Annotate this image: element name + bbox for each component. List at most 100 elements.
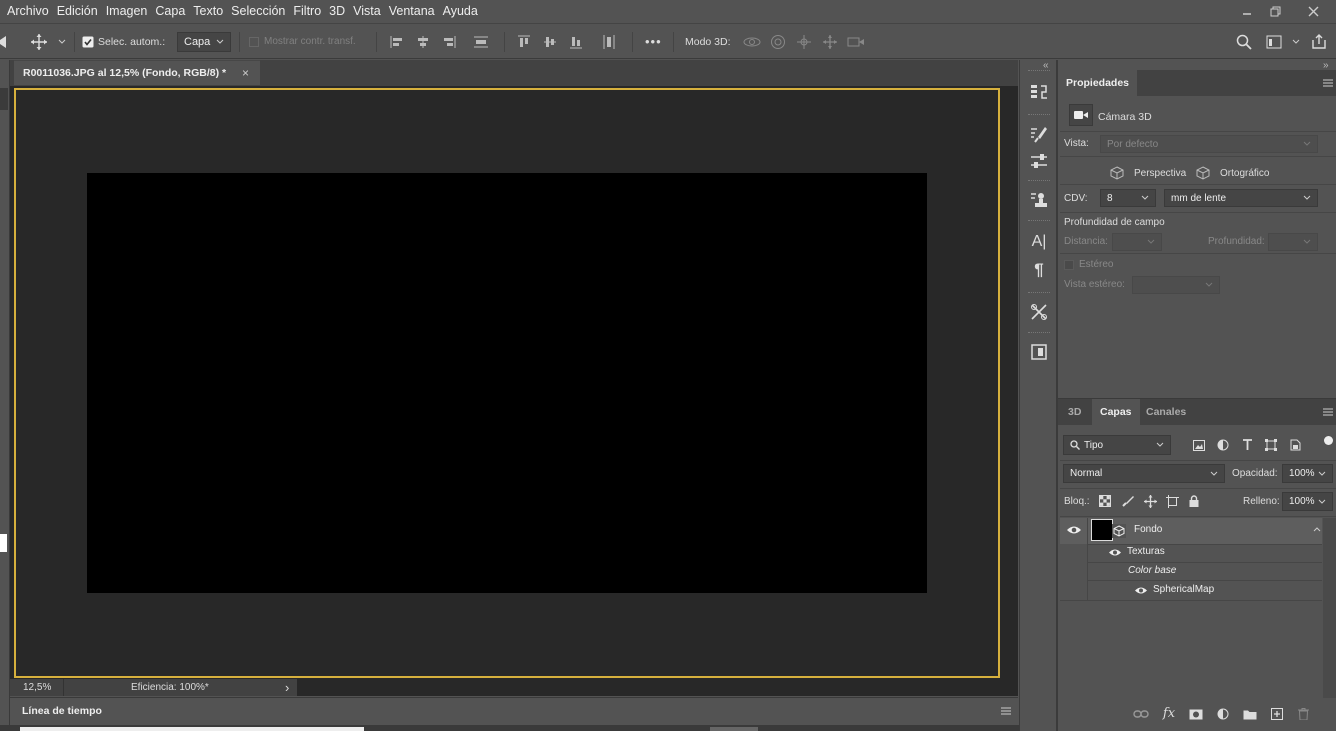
scale-3d-camera-icon[interactable] [847,33,865,51]
align-right-icon[interactable] [440,33,458,51]
distribute-vertical-icon[interactable] [472,33,490,51]
fill-input[interactable]: 100% [1282,492,1333,511]
layer-style-fx-icon[interactable]: fx [1160,704,1178,722]
chevron-down-icon[interactable] [1141,195,1149,201]
tool-preset-chevron-icon[interactable] [58,24,66,59]
expand-layer-chevron-icon[interactable] [1313,526,1321,532]
opacity-input[interactable]: 100% [1282,464,1333,483]
menu-filtro[interactable]: Filtro [289,0,325,22]
layers-scrollbar[interactable] [1323,518,1336,698]
layers-menu-icon[interactable] [1322,407,1334,417]
new-group-folder-icon[interactable] [1241,705,1259,723]
slide-3d-icon[interactable] [821,33,839,51]
restore-button[interactable] [1260,0,1290,22]
image-canvas[interactable] [87,173,927,593]
minimize-button[interactable] [1232,0,1262,22]
close-window-button[interactable] [1296,0,1330,22]
workspace-chevron-icon[interactable] [1292,24,1300,59]
align-left-icon[interactable] [388,33,406,51]
share-icon[interactable] [1310,33,1328,51]
roll-3d-icon[interactable] [769,33,787,51]
foreground-color-swatch[interactable] [0,534,7,552]
filter-adjustment-icon[interactable] [1214,436,1232,454]
horizontal-scrollbar[interactable] [297,679,1018,696]
orthographic-option[interactable]: Ortográfico [1220,168,1269,179]
move-tool-icon[interactable] [30,24,48,59]
align-top-icon[interactable] [515,33,533,51]
document-tab[interactable]: R0011036.JPG al 12,5% (Fondo, RGB/8) * × [14,60,260,85]
timeline-tab[interactable]: Línea de tiempo [22,705,102,717]
stereo-checkbox[interactable] [1064,260,1074,270]
filter-text-icon[interactable] [1238,436,1256,454]
fov-unit-select[interactable]: mm de lente [1164,189,1318,207]
distribute-horizontal-icon[interactable] [600,33,618,51]
depth-input[interactable] [1268,233,1318,251]
filter-shape-icon[interactable] [1262,436,1280,454]
align-vcenter-icon[interactable] [541,33,559,51]
home-icon[interactable] [0,24,10,59]
perspective-option[interactable]: Perspectiva [1134,168,1186,179]
distance-input[interactable] [1112,233,1162,251]
view-select[interactable]: Por defecto [1100,135,1318,153]
menu-texto[interactable]: Texto [189,0,227,22]
menu-vista[interactable]: Vista [349,0,385,22]
close-tab-icon[interactable]: × [242,66,249,80]
spherical-map-item[interactable]: SphericalMap [1153,584,1336,595]
clone-source-icon[interactable] [1027,188,1051,212]
fov-input[interactable]: 8 [1100,189,1156,207]
layer-filter-select[interactable]: Tipo [1063,435,1171,455]
tool-presets-icon[interactable] [1027,300,1051,324]
libraries-icon[interactable] [1027,340,1051,364]
zoom-level[interactable]: 12,5% [23,682,51,693]
menu-ayuda[interactable]: Ayuda [439,0,482,22]
filter-pixel-icon[interactable] [1190,436,1208,454]
active-tool-icon[interactable] [0,88,8,110]
link-layers-icon[interactable] [1132,705,1150,723]
menu-3d[interactable]: 3D [325,0,349,22]
search-icon[interactable] [1235,33,1253,51]
new-adjustment-layer-icon[interactable] [1214,705,1232,723]
map-visibility-eye-icon[interactable] [1134,586,1148,595]
lock-all-icon[interactable] [1185,492,1203,510]
properties-menu-icon[interactable] [1322,78,1334,88]
paragraph-icon[interactable]: ¶ [1027,258,1051,282]
orthographic-cube-icon[interactable] [1196,166,1210,180]
lock-position-icon[interactable] [1141,492,1159,510]
workspace-icon[interactable] [1265,33,1283,51]
align-bottom-icon[interactable] [567,33,585,51]
lock-image-pixels-icon[interactable] [1119,492,1137,510]
status-menu-arrow[interactable]: › [285,680,289,695]
delete-layer-trash-icon[interactable] [1294,705,1312,723]
lock-artboard-icon[interactable] [1163,492,1181,510]
brush-settings-icon[interactable] [1027,122,1051,146]
menu-edicion[interactable]: Edición [53,0,102,22]
orbit-3d-icon[interactable] [743,33,761,51]
textures-visibility-eye-icon[interactable] [1108,548,1122,557]
show-transform-checkbox[interactable] [249,24,259,59]
align-hcenter-icon[interactable] [414,33,432,51]
menu-seleccion[interactable]: Selección [227,0,289,22]
adjustments-icon[interactable] [1027,149,1051,173]
tab-capas[interactable]: Capas [1092,399,1140,425]
new-layer-icon[interactable] [1268,705,1286,723]
tab-3d[interactable]: 3D [1060,399,1089,425]
lock-transparent-pixels-icon[interactable] [1096,492,1114,510]
menu-archivo[interactable]: Archivo [0,0,53,22]
auto-select-target-select[interactable]: Capa [177,31,231,52]
tab-canales[interactable]: Canales [1138,399,1194,425]
stereo-view-select[interactable] [1132,276,1220,294]
character-icon[interactable]: A| [1027,230,1051,254]
add-mask-icon[interactable] [1187,705,1205,723]
pan-3d-icon[interactable] [795,33,813,51]
layer-visibility-eye-icon[interactable] [1066,525,1082,535]
filter-smart-object-icon[interactable] [1286,436,1304,454]
history-icon[interactable] [1027,80,1051,104]
layer-name[interactable]: Fondo [1134,524,1336,535]
menu-ventana[interactable]: Ventana [385,0,439,22]
auto-select-checkbox[interactable] [82,24,94,59]
menu-capa[interactable]: Capa [151,0,189,22]
blend-mode-select[interactable]: Normal [1063,464,1225,483]
menu-imagen[interactable]: Imagen [102,0,152,22]
more-options-button[interactable]: ••• [645,24,662,59]
timeline-menu-icon[interactable] [1000,706,1012,716]
